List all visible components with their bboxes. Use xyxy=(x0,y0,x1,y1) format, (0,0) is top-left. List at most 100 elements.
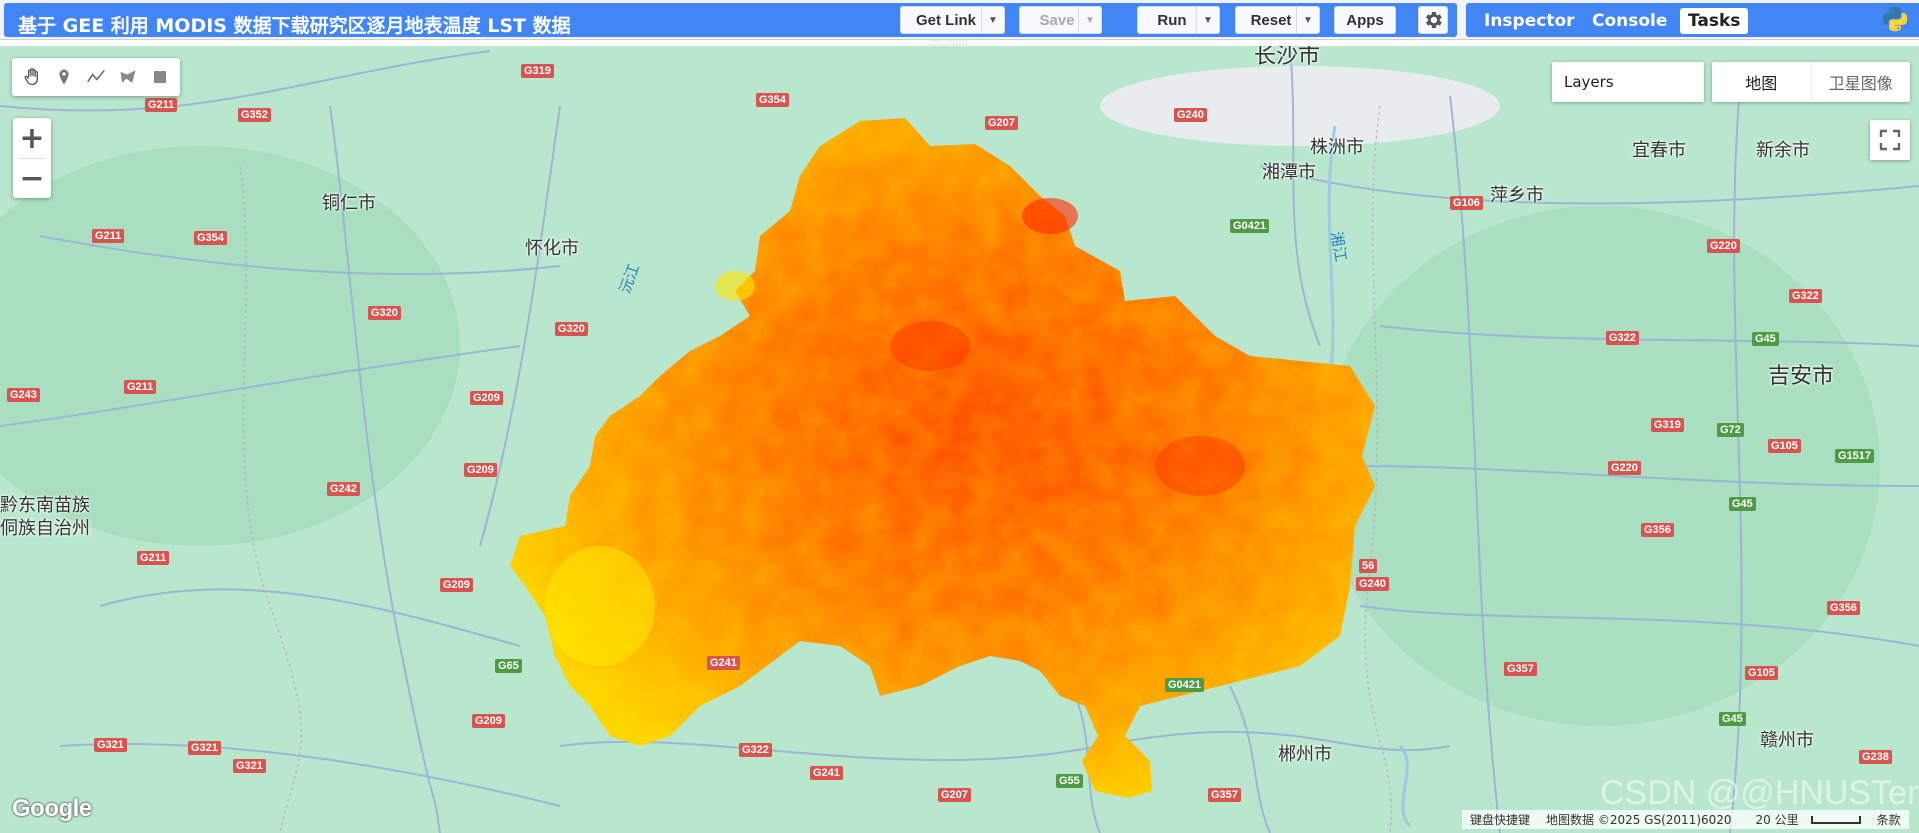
run-dropdown-icon[interactable]: ▼ xyxy=(1196,6,1220,34)
city-label: 吉安市 xyxy=(1768,364,1835,389)
polygon-tool-button[interactable] xyxy=(112,61,144,93)
keyboard-shortcuts-link[interactable]: 键盘快捷键 xyxy=(1462,811,1538,828)
road-shield: G220 xyxy=(1707,239,1740,253)
road-shield: G65 xyxy=(495,659,522,673)
road-shield: G243 xyxy=(7,388,40,402)
hand-icon xyxy=(24,68,38,86)
road-shield: G319 xyxy=(1651,418,1684,432)
panel-splitter-handle[interactable]: :::::::::::: xyxy=(930,38,990,47)
city-label: 侗族自治州 xyxy=(0,518,90,539)
city-label: 铜仁市 xyxy=(322,193,376,214)
road-shield: 56 xyxy=(1359,559,1378,573)
zoom-in-button[interactable]: + xyxy=(13,118,51,158)
city-label: 萍乡市 xyxy=(1490,185,1544,206)
road-shield: G321 xyxy=(233,759,266,773)
city-label: 郴州市 xyxy=(1278,744,1332,765)
fullscreen-icon xyxy=(1879,129,1901,151)
tab-tasks[interactable]: Tasks xyxy=(1680,8,1749,34)
tab-console[interactable]: Console xyxy=(1584,8,1675,34)
rectangle-icon xyxy=(154,71,166,83)
road-shield: G322 xyxy=(1789,289,1822,303)
road-shield: G354 xyxy=(756,93,789,107)
city-label: 湘潭市 xyxy=(1262,162,1316,183)
road-shield: G352 xyxy=(238,108,271,122)
road-shield: G106 xyxy=(1450,196,1483,210)
polyline-icon xyxy=(87,69,105,83)
drawing-tools xyxy=(12,58,180,96)
watermark: CSDN @@HNUSTer xyxy=(1600,774,1919,812)
pan-tool-button[interactable] xyxy=(16,61,48,93)
road-shield: G356 xyxy=(1827,601,1860,615)
get-link-dropdown-icon[interactable]: ▼ xyxy=(981,6,1005,34)
road-shield: G357 xyxy=(1504,662,1537,676)
road-shield: G45 xyxy=(1729,497,1756,511)
apps-button[interactable]: Apps xyxy=(1334,6,1396,34)
road-shield: G321 xyxy=(94,738,127,752)
road-shield: G240 xyxy=(1174,108,1207,122)
terms-link[interactable]: 条款 xyxy=(1869,811,1909,828)
map-canvas[interactable]: 长沙市 株洲市 湘潭市 宜春市 新余市 萍乡市 铜仁市 怀化市 吉安市 黔东南苗… xyxy=(0,46,1919,833)
road-shield: G220 xyxy=(1608,461,1641,475)
save-dropdown-icon[interactable]: ▼ xyxy=(1078,6,1102,34)
city-label: 长沙市 xyxy=(1254,46,1321,69)
tab-inspector[interactable]: Inspector xyxy=(1476,8,1583,34)
city-label: 赣州市 xyxy=(1760,730,1814,751)
road-shield: G209 xyxy=(472,714,505,728)
map-type-roadmap[interactable]: 地图 xyxy=(1712,62,1811,102)
zoom-out-button[interactable]: − xyxy=(13,158,51,198)
road-shield: G240 xyxy=(1356,577,1389,591)
city-label: 宜春市 xyxy=(1632,140,1686,161)
road-shield: G0421 xyxy=(1165,678,1205,692)
rectangle-tool-button[interactable] xyxy=(144,61,176,93)
road-shield: G357 xyxy=(1208,788,1241,802)
city-label: 怀化市 xyxy=(525,238,579,259)
scale-bar[interactable]: 20 公里 xyxy=(1740,811,1869,828)
zoom-control: + − xyxy=(13,118,51,198)
road-shield: G1517 xyxy=(1835,449,1875,463)
road-shield: G321 xyxy=(188,741,221,755)
road-shield: G105 xyxy=(1768,439,1801,453)
right-panel-header: Inspector Console Tasks xyxy=(1466,3,1919,37)
road-shield: G45 xyxy=(1752,332,1779,346)
road-shield: G209 xyxy=(440,578,473,592)
road-shield: G320 xyxy=(368,306,401,320)
road-shield: G319 xyxy=(521,64,554,78)
get-link-button[interactable]: Get Link xyxy=(900,6,992,34)
road-shield: G211 xyxy=(124,380,157,394)
script-title[interactable]: 基于 GEE 利用 MODIS 数据下载研究区逐月地表温度 LST 数据 xyxy=(18,11,571,38)
road-shield: G207 xyxy=(985,116,1018,130)
map-type-control: 地图 卫星图像 xyxy=(1712,62,1910,102)
road-shield: G0421 xyxy=(1230,219,1270,233)
road-shield: G209 xyxy=(464,463,497,477)
city-label: 新余市 xyxy=(1756,140,1810,161)
road-shield: G105 xyxy=(1745,666,1778,680)
road-shield: G322 xyxy=(1606,331,1639,345)
layers-button[interactable]: Layers xyxy=(1552,62,1704,102)
google-logo: Google xyxy=(12,795,92,822)
line-tool-button[interactable] xyxy=(80,61,112,93)
road-shield: G72 xyxy=(1717,423,1744,437)
basemap xyxy=(0,46,1919,833)
fullscreen-button[interactable] xyxy=(1870,120,1910,160)
map-type-satellite[interactable]: 卫星图像 xyxy=(1810,62,1911,102)
road-shield: G211 xyxy=(137,551,170,565)
reset-dropdown-icon[interactable]: ▼ xyxy=(1296,6,1320,34)
point-tool-button[interactable] xyxy=(48,61,80,93)
road-shield: G242 xyxy=(327,482,360,496)
polygon-icon xyxy=(120,70,136,83)
gear-icon xyxy=(1426,11,1442,29)
road-shield: G211 xyxy=(92,229,125,243)
settings-button[interactable] xyxy=(1418,6,1448,34)
road-shield: G45 xyxy=(1719,712,1746,726)
top-toolbar: 基于 GEE 利用 MODIS 数据下载研究区逐月地表温度 LST 数据 Get… xyxy=(0,0,1919,40)
city-label: 株洲市 xyxy=(1310,137,1364,158)
road-shield: G322 xyxy=(739,743,772,757)
road-shield: G238 xyxy=(1859,750,1892,764)
road-shield: G356 xyxy=(1641,523,1674,537)
road-shield: G209 xyxy=(470,391,503,405)
road-shield: G207 xyxy=(938,788,971,802)
scale-label: 20 公里 xyxy=(1755,813,1799,827)
road-shield: G55 xyxy=(1056,774,1083,788)
road-shield: G241 xyxy=(707,656,740,670)
road-shield: G241 xyxy=(810,766,843,780)
